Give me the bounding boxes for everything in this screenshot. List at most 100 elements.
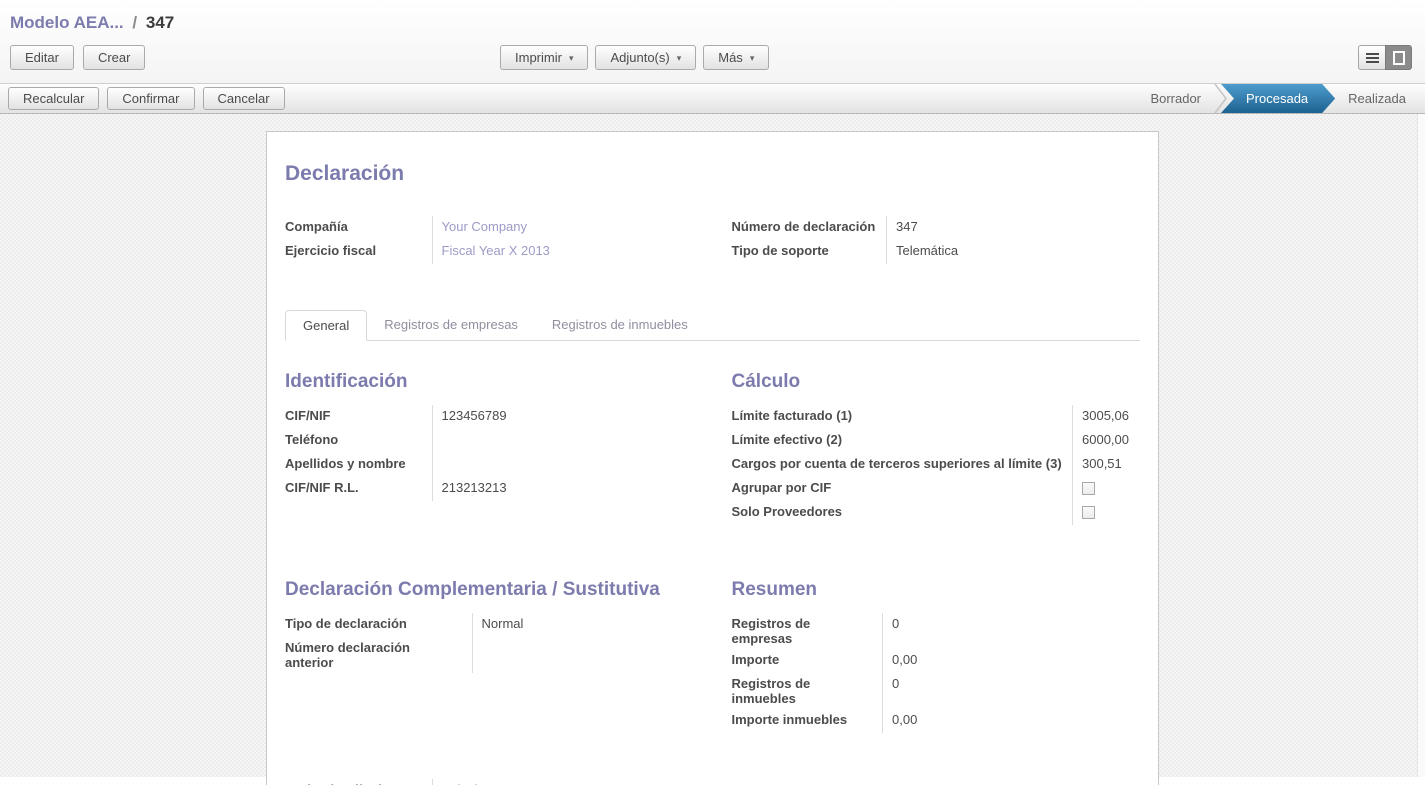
list-icon	[1366, 53, 1379, 63]
field-row: Tipo de declaración Normal	[285, 613, 592, 637]
field-row: Cargos por cuenta de terceros superiores…	[732, 453, 1130, 477]
more-dropdown-button[interactable]: Más ▾	[703, 45, 769, 70]
agrupar-por-cif-checkbox[interactable]	[1082, 482, 1095, 495]
field-row: Importe 0,00	[732, 649, 1003, 673]
field-label-limite-efectivo: Límite efectivo (2)	[732, 429, 1073, 453]
field-row: CIF/NIF 123456789	[285, 405, 552, 429]
field-row: Compañía Your Company	[285, 216, 694, 240]
calculo-fields: Límite facturado (1) 3005,06 Límite efec…	[732, 405, 1130, 525]
tab-registros-empresas[interactable]: Registros de empresas	[367, 310, 535, 340]
field-row: Límite facturado (1) 3005,06	[732, 405, 1130, 429]
field-value-importe-inmuebles: 0,00	[883, 709, 1003, 733]
status-states: Borrador Procesada Realizada	[1137, 84, 1425, 113]
field-row: Tipo de soporte Telemática	[732, 240, 1141, 264]
complementaria-fields: Tipo de declaración Normal Número declar…	[285, 613, 592, 673]
field-value-limite-efectivo: 6000,00	[1073, 429, 1130, 453]
section-title-resumen: Resumen	[732, 579, 1141, 601]
identificacion-fields: CIF/NIF 123456789 Teléfono Apellidos y n…	[285, 405, 552, 501]
field-label-agrupar-por-cif: Agrupar por CIF	[732, 477, 1073, 501]
top-field-group: Compañía Your Company Ejercicio fiscal F…	[285, 216, 1140, 264]
fecha-fields: Fecha de cálculo 17/11/2013 21:31:26	[285, 779, 560, 785]
top-right-fields: Número de declaración 347 Tipo de soport…	[732, 216, 1141, 264]
attachments-label: Adjunto(s)	[610, 50, 669, 65]
field-value-ejercicio-fiscal-link[interactable]: Fiscal Year X 2013	[442, 243, 550, 258]
field-label-limite-facturado: Límite facturado (1)	[732, 405, 1073, 429]
more-label: Más	[718, 50, 743, 65]
breadcrumb-separator: /	[128, 13, 141, 32]
section-title-calculo: Cálculo	[732, 371, 1141, 393]
cancel-button[interactable]: Cancelar	[203, 87, 285, 110]
field-label-importe-inmuebles: Importe inmuebles	[732, 709, 883, 733]
field-label-telefono: Teléfono	[285, 429, 432, 453]
breadcrumb-parent-link[interactable]: Modelo AEA...	[10, 13, 124, 32]
field-row: Importe inmuebles 0,00	[732, 709, 1003, 733]
field-value-registros-empresas: 0	[883, 613, 1003, 649]
field-value-limite-facturado: 3005,06	[1073, 405, 1130, 429]
field-value-apellidos-nombre	[432, 453, 552, 477]
chevron-down-icon: ▾	[569, 52, 574, 63]
form-icon	[1393, 51, 1405, 65]
field-label-importe: Importe	[732, 649, 883, 673]
create-button[interactable]: Crear	[83, 45, 146, 70]
page-header: Modelo AEA... / 347 Editar Crear Imprimi…	[0, 0, 1425, 83]
sheet-title: Declaración	[285, 162, 1140, 186]
tab-registros-inmuebles[interactable]: Registros de inmuebles	[535, 310, 705, 340]
field-value-fecha-calculo: 17/11/2013 21:31:26	[432, 779, 560, 785]
section-identificacion: Identificación CIF/NIF 123456789 Teléfon…	[285, 371, 694, 501]
field-row: Número declaración anterior	[285, 637, 592, 673]
field-label-numero-declaracion: Número de declaración	[732, 216, 887, 240]
field-label-compania: Compañía	[285, 216, 432, 240]
attachments-dropdown-button[interactable]: Adjunto(s) ▾	[595, 45, 696, 70]
field-row: Registros de inmuebles 0	[732, 673, 1003, 709]
form-view-area: Declaración Compañía Your Company Ejerci…	[0, 114, 1425, 777]
field-value-numero-declaracion: 347	[887, 216, 1141, 240]
edit-button[interactable]: Editar	[10, 45, 74, 70]
chevron-down-icon: ▾	[677, 52, 682, 63]
field-label-tipo-soporte: Tipo de soporte	[732, 240, 887, 264]
field-label-apellidos-nombre: Apellidos y nombre	[285, 453, 432, 477]
tab-general[interactable]: General	[285, 310, 367, 341]
field-row: CIF/NIF R.L. 213213213	[285, 477, 552, 501]
section-complementaria: Declaración Complementaria / Sustitutiva…	[285, 579, 694, 673]
resumen-fields: Registros de empresas 0 Importe 0,00 Reg…	[732, 613, 1003, 733]
field-row: Fecha de cálculo 17/11/2013 21:31:26	[285, 779, 560, 785]
field-value-tipo-declaracion: Normal	[472, 613, 592, 637]
notebook-tabs: General Registros de empresas Registros …	[285, 310, 1140, 341]
solo-proveedores-checkbox[interactable]	[1082, 506, 1095, 519]
chevron-down-icon: ▾	[750, 52, 755, 63]
field-value-compania-link[interactable]: Your Company	[442, 219, 528, 234]
field-row: Apellidos y nombre	[285, 453, 552, 477]
field-value-telefono	[432, 429, 552, 453]
form-view-button[interactable]	[1385, 45, 1412, 70]
recalculate-button[interactable]: Recalcular	[8, 87, 99, 110]
section-title-complementaria: Declaración Complementaria / Sustitutiva	[285, 579, 694, 601]
field-value-cif-nif: 123456789	[432, 405, 552, 429]
field-value-cargos-terceros: 300,51	[1073, 453, 1130, 477]
top-left-fields: Compañía Your Company Ejercicio fiscal F…	[285, 216, 694, 264]
fecha-calculo-row: Fecha de cálculo 17/11/2013 21:31:26	[285, 779, 1140, 785]
state-borrador: Borrador	[1137, 91, 1214, 106]
confirm-button[interactable]: Confirmar	[107, 87, 194, 110]
field-row: Registros de empresas 0	[732, 613, 1003, 649]
field-label-cif-nif-rl: CIF/NIF R.L.	[285, 477, 432, 501]
field-label-registros-inmuebles: Registros de inmuebles	[732, 673, 883, 709]
field-row: Solo Proveedores	[732, 501, 1130, 525]
field-label-registros-empresas: Registros de empresas	[732, 613, 883, 649]
state-procesada-active: Procesada	[1221, 84, 1335, 113]
state-realizada: Realizada	[1335, 91, 1419, 106]
print-label: Imprimir	[515, 50, 562, 65]
section-title-identificacion: Identificación	[285, 371, 694, 393]
statusbar: Recalcular Confirmar Cancelar Borrador P…	[0, 83, 1425, 114]
form-toolbar: Editar Crear Imprimir ▾ Adjunto(s) ▾ Más…	[0, 36, 1425, 83]
field-row: Agrupar por CIF	[732, 477, 1130, 501]
field-label-solo-proveedores: Solo Proveedores	[732, 501, 1073, 525]
form-sheet: Declaración Compañía Your Company Ejerci…	[266, 131, 1159, 785]
list-view-button[interactable]	[1358, 45, 1385, 70]
scrollbar-track[interactable]	[1417, 114, 1425, 777]
record-buttons: Editar Crear	[10, 45, 145, 70]
print-dropdown-button[interactable]: Imprimir ▾	[500, 45, 588, 70]
section-calculo: Cálculo Límite facturado (1) 3005,06 Lím…	[732, 371, 1141, 525]
view-switcher	[1358, 45, 1412, 70]
breadcrumb: Modelo AEA... / 347	[0, 0, 1425, 36]
tab-general-content: Identificación CIF/NIF 123456789 Teléfon…	[285, 341, 1140, 785]
